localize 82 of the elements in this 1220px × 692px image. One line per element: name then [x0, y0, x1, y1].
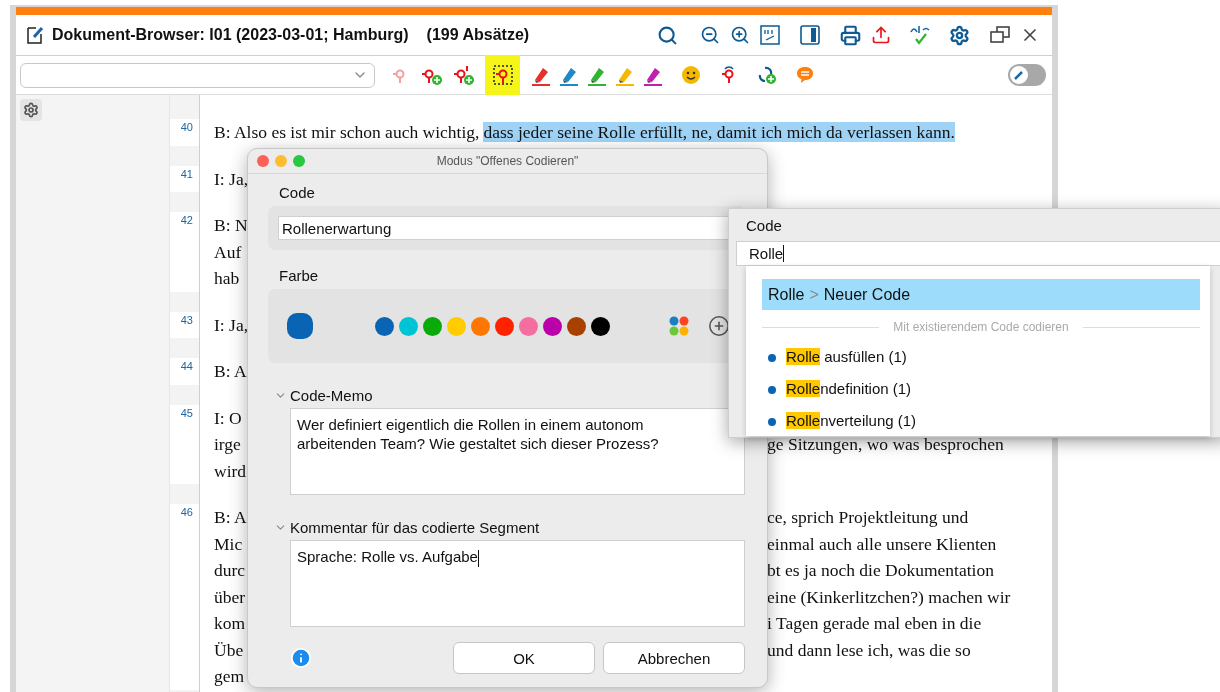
color-swatch[interactable]	[399, 316, 418, 336]
settings-button[interactable]	[20, 99, 42, 121]
color-swatch[interactable]	[471, 316, 490, 336]
transcript-text: und dann lese ich, was die so	[767, 638, 972, 662]
transcript-text: Mic	[214, 533, 243, 554]
transcript-text: bt es ja noch die Dokumentation	[767, 559, 995, 582]
restore-window-icon[interactable]	[990, 26, 1010, 44]
transcript-text: B: A	[214, 507, 247, 527]
transcript-text: hab	[214, 268, 240, 288]
section-heading: Mit existierendem Code codieren	[893, 320, 1069, 334]
search-icon[interactable]	[657, 24, 678, 46]
transcript-text: B: N	[214, 215, 248, 235]
paragraph-number: 44	[179, 359, 194, 374]
code-suggestion[interactable]: Rollendefinition (1)	[762, 372, 1200, 404]
transcript-text: B: Also es ist mir schon auch wichtig,	[214, 122, 480, 142]
info-icon[interactable]	[290, 647, 312, 669]
paragraph-number: 45	[179, 405, 194, 421]
dialog-title: Modus "Offenes Codieren"	[435, 154, 580, 168]
transcript-text: einmal auch alle unsere Klienten	[767, 532, 998, 556]
paragraph-number: 46	[179, 505, 194, 520]
code-suggestion[interactable]: Rollenverteilung (1)	[762, 404, 1200, 436]
code-plus-icon	[453, 64, 475, 86]
smiley-icon	[681, 65, 701, 85]
zoom-in-icon[interactable]	[730, 25, 750, 45]
color-swatch[interactable]	[543, 316, 562, 336]
code-frame-icon	[491, 64, 514, 86]
dialog-button[interactable]: OK	[453, 642, 595, 674]
field-label: Farbe	[279, 267, 320, 285]
window-title: Dokument-Browser: I01 (2023-03-01; Hamburg)	[52, 26, 409, 44]
code-suggestion[interactable]: Rolle ausfüllen (1)	[762, 340, 1200, 372]
paragraph-count: (199 Absätze)	[426, 26, 530, 44]
color-swatch[interactable]	[495, 316, 514, 336]
add-color-icon[interactable]	[708, 315, 730, 337]
pencil-icon	[1013, 69, 1025, 81]
close-window-button[interactable]	[257, 155, 269, 167]
transcript-text: i Tagen gerade mal eben in die	[767, 612, 983, 635]
transcript-text: B: A	[214, 361, 247, 381]
transcript-text: über	[214, 586, 246, 607]
comment-section-toggle[interactable]: Kommentar für das codierte Segment	[268, 519, 745, 536]
color-picker-icon[interactable]	[668, 315, 690, 337]
transcript-text: irge	[214, 434, 241, 454]
export-icon[interactable]	[871, 25, 891, 45]
link-plus-icon	[756, 64, 778, 86]
new-code-option[interactable]: Rolle > Neuer Code	[762, 279, 1200, 310]
transcript-text: ce, sprich Projektleitung und	[767, 506, 970, 529]
code-search-field[interactable]: Rolle	[736, 241, 1220, 266]
transcript-text: I: Ja,	[214, 314, 249, 335]
field-label: Code	[746, 217, 783, 234]
edit-document-icon	[26, 25, 44, 45]
transcript-text: ge Sitzungen, wo was besprochen	[767, 433, 1004, 456]
print-icon[interactable]	[840, 24, 861, 46]
color-swatch[interactable]	[447, 316, 466, 336]
transcript-text: I: Ja,	[214, 168, 249, 189]
transcript-text: kom	[214, 613, 246, 633]
paragraph-number: 43	[179, 312, 194, 328]
paragraph-number: 40	[179, 120, 194, 135]
transcript-text: I: O	[214, 407, 242, 428]
color-swatch[interactable]	[423, 316, 442, 336]
comment-text-area[interactable]: Sprache: Rolle vs. Aufgabe	[290, 540, 745, 627]
color-swatch[interactable]	[591, 316, 610, 336]
transcript-text: eine (Kinkerlitzchen?) machen wir	[767, 585, 1011, 609]
edit-mode-toggle[interactable]	[1008, 64, 1046, 86]
transcript-text: Auf	[214, 241, 242, 262]
paragraph-number: 41	[179, 166, 194, 182]
color-swatch[interactable]	[519, 316, 538, 336]
zoom-out-icon[interactable]	[700, 25, 720, 45]
color-swatch[interactable]	[375, 316, 394, 336]
transcript-text: Übe	[214, 639, 244, 660]
toolbar-tool[interactable]	[485, 55, 520, 95]
color-swatch[interactable]	[567, 316, 586, 336]
comment-icon	[795, 65, 815, 85]
coded-segment: dass jeder seine Rolle erfüllt, ne, damit ich mich da verlassen kann.	[483, 122, 955, 142]
settings-icon[interactable]	[949, 24, 970, 46]
memo-text-area[interactable]: Wer definiert eigentlich die Rollen in einem autonom arbeitenden Team? Wie gestaltet sich dieser Prozess?	[290, 408, 745, 495]
paragraph-number: 42	[179, 213, 194, 228]
field-label: Code	[279, 184, 316, 202]
side-panel-icon[interactable]	[800, 25, 820, 45]
transcript-text: wird	[214, 460, 247, 481]
dialog-button[interactable]: Abbrechen	[603, 642, 745, 674]
actual-size-icon[interactable]	[760, 25, 780, 45]
transcript-text: gem	[214, 666, 245, 686]
transcript-text: durc	[214, 560, 246, 580]
